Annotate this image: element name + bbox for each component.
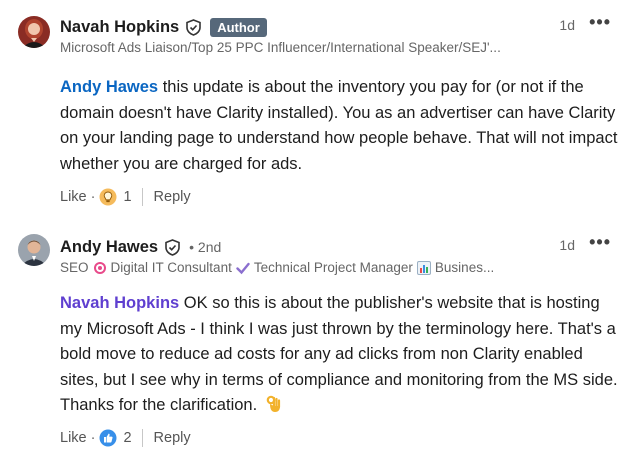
like-reaction-icon[interactable] xyxy=(99,429,117,447)
avatar[interactable] xyxy=(18,234,50,266)
target-icon xyxy=(93,261,107,275)
comment-time: 1d xyxy=(559,17,575,33)
separator-dot: · xyxy=(90,189,96,205)
reaction-count[interactable]: 1 xyxy=(123,189,131,205)
more-options-icon[interactable]: ••• xyxy=(589,232,611,253)
checkmark-icon xyxy=(236,261,250,275)
divider xyxy=(141,429,143,447)
divider xyxy=(141,188,143,206)
bar-chart-icon xyxy=(416,260,431,275)
verified-shield-icon xyxy=(185,18,202,36)
reply-button[interactable]: Reply xyxy=(154,189,191,205)
author-row: Navah Hopkins Author xyxy=(60,16,267,38)
comment-text: Andy Hawes this update is about the inve… xyxy=(60,75,622,177)
headline-part: Busines... xyxy=(434,260,495,275)
more-options-icon[interactable]: ••• xyxy=(589,12,611,33)
headline-part: Digital IT Consultant xyxy=(110,260,232,275)
comment-actions: Like · 2 Reply xyxy=(60,428,191,448)
avatar[interactable] xyxy=(18,16,50,48)
comment-text: Navah Hopkins OK so this is about the pu… xyxy=(60,291,622,419)
comment-time: 1d xyxy=(559,237,575,253)
comment: Navah Hopkins Author Microsoft Ads Liais… xyxy=(0,0,635,222)
like-button[interactable]: Like xyxy=(60,430,87,446)
author-name[interactable]: Navah Hopkins xyxy=(60,18,179,37)
ok-hand-icon xyxy=(266,395,282,413)
author-name[interactable]: Andy Hawes xyxy=(60,238,158,257)
like-button[interactable]: Like xyxy=(60,189,87,205)
comment: Andy Hawes • 2nd SEO Digital IT Consulta… xyxy=(0,228,635,460)
reply-button[interactable]: Reply xyxy=(154,430,191,446)
mention-link[interactable]: Andy Hawes xyxy=(60,78,158,96)
separator-dot: · xyxy=(90,430,96,446)
author-headline: Microsoft Ads Liaison/Top 25 PPC Influen… xyxy=(60,40,501,55)
insightful-reaction-icon[interactable] xyxy=(99,188,117,206)
reaction-count[interactable]: 2 xyxy=(123,430,131,446)
verified-shield-icon xyxy=(164,238,181,256)
headline-part: Technical Project Manager xyxy=(253,260,413,275)
author-row: Andy Hawes • 2nd xyxy=(60,236,221,258)
comment-body: OK so this is about the publisher's webs… xyxy=(60,294,618,414)
connection-degree: • 2nd xyxy=(189,239,222,255)
author-headline: SEO Digital IT Consultant Technical Proj… xyxy=(60,260,550,275)
comment-actions: Like · 1 Reply xyxy=(60,187,191,207)
headline-part: SEO xyxy=(60,260,89,275)
mention-link[interactable]: Navah Hopkins xyxy=(60,294,179,312)
author-badge: Author xyxy=(210,17,267,37)
